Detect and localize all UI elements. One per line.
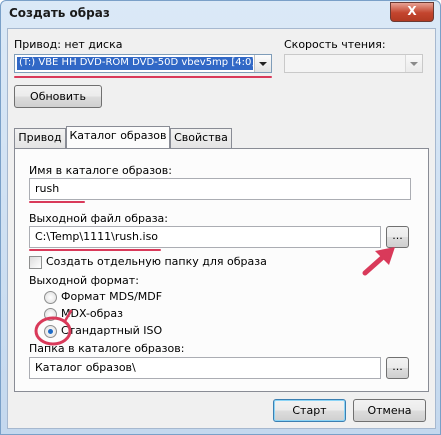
close-button[interactable]: X: [390, 2, 434, 22]
output-file-label: Выходной файл образа:: [29, 212, 168, 225]
catalog-folder-field[interactable]: Каталог образов\: [29, 357, 381, 379]
catalog-name-field[interactable]: rush: [29, 178, 411, 200]
drive-select[interactable]: (T:) VBE HH DVD-ROM DVD-50D vbev5mp [4:0…: [14, 54, 272, 73]
window-title: Создать образ: [9, 6, 110, 20]
chevron-down-icon[interactable]: [254, 55, 271, 72]
dialog-body: Привод: нет диска (T:) VBE HH DVD-ROM DV…: [7, 28, 436, 429]
catalog-name-label: Имя в каталоге образов:: [29, 164, 172, 177]
format-iso-label: Стандартный ISO: [61, 324, 163, 337]
start-button[interactable]: Старт: [273, 399, 346, 422]
tab-drive[interactable]: Привод: [14, 128, 66, 148]
annotation-underline: [29, 249, 161, 251]
cancel-button[interactable]: Отмена: [353, 399, 426, 422]
format-mds-label: Формат MDS/MDF: [61, 290, 163, 303]
separate-folder-checkbox[interactable]: [29, 256, 42, 269]
output-file-field[interactable]: C:\Temp\1111\rush.iso: [29, 226, 381, 248]
refresh-button[interactable]: Обновить: [14, 85, 102, 108]
chevron-down-icon[interactable]: [405, 55, 422, 72]
drive-label: Привод: нет диска: [14, 38, 123, 51]
separate-folder-label: Создать отдельную папку для образа: [46, 255, 267, 268]
title-bar[interactable]: Создать образ X: [1, 1, 440, 27]
catalog-folder-browse-button[interactable]: ...: [386, 357, 409, 379]
tab-panel: Имя в каталоге образов: rush Выходной фа…: [14, 148, 429, 392]
tab-strip: Привод Каталог образов Свойства: [14, 126, 434, 150]
speed-label: Скорость чтения:: [284, 38, 386, 51]
annotation-arrow-icon: [362, 247, 395, 276]
annotation-underline: [14, 76, 272, 78]
close-icon: X: [407, 4, 417, 18]
format-mds-radio[interactable]: [44, 291, 57, 304]
drive-select-value: (T:) VBE HH DVD-ROM DVD-50D vbev5mp [4:0…: [19, 57, 256, 68]
catalog-folder-label: Папка в каталоге образов:: [29, 342, 185, 355]
speed-select[interactable]: [284, 54, 423, 73]
dialog-window: Создать образ X Привод: нет диска (T:) V…: [0, 0, 441, 435]
annotation-underline: [29, 201, 85, 203]
tab-properties[interactable]: Свойства: [170, 128, 232, 148]
format-label: Выходной формат:: [29, 274, 139, 287]
tab-image-catalog[interactable]: Каталог образов: [66, 126, 170, 148]
